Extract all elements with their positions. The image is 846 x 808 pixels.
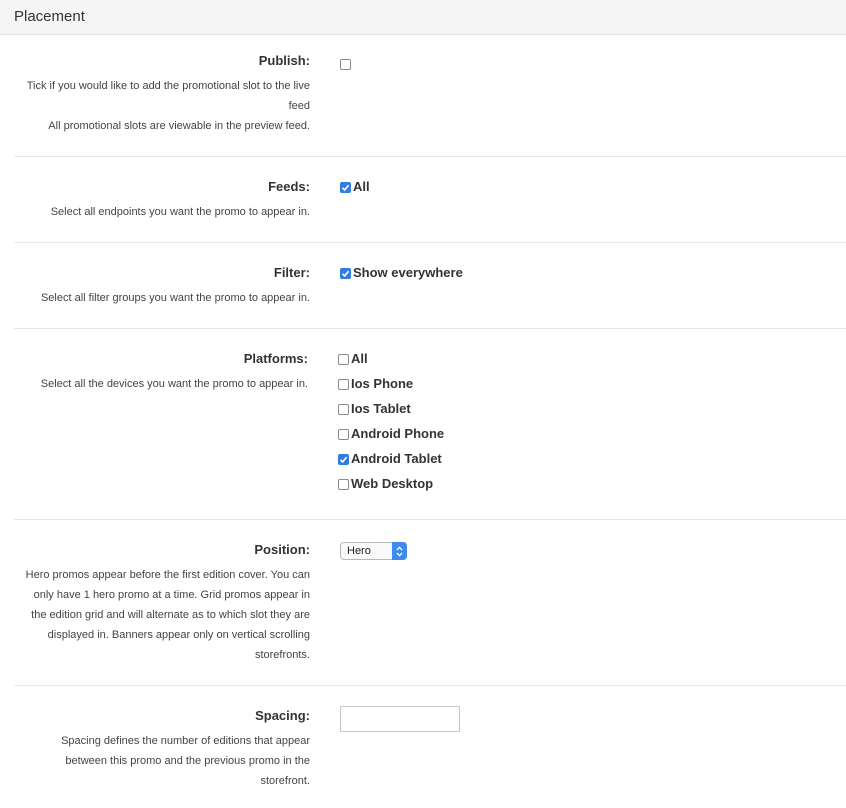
position-help-line: displayed in. Banners appear only on ver… [47,629,310,641]
platforms-help: Select all the devices you want the prom… [40,378,308,390]
position-select[interactable]: Hero [340,542,407,560]
feeds-help: Select all endpoints you want the promo … [50,206,310,218]
platform-option-android-phone[interactable]: Android Phone [338,426,444,451]
panel-header: Placement [0,0,846,35]
position-section: Position: Hero promos appear before the … [14,520,846,686]
platforms-section: Platforms: Select all the devices you wa… [14,329,846,520]
position-label: Position: [254,542,310,557]
position-help: Hero promos appear before the first edit… [14,565,310,665]
spacing-help-line: storefront. [260,775,310,787]
position-help-line: storefronts. [254,649,310,661]
spacing-help: Spacing defines the number of editions t… [14,731,310,791]
filter-help: Select all filter groups you want the pr… [40,292,310,304]
position-help-line: the edition grid and will alternate as t… [31,609,310,621]
platform-option-web-desktop[interactable]: Web Desktop [338,476,444,501]
checkmark-icon [339,456,348,464]
publish-section: Publish: Tick if you would like to add t… [14,36,846,157]
feeds-section: Feeds: Select all endpoints you want the… [14,157,846,243]
filter-show-everywhere-checkbox[interactable] [340,268,351,279]
publish-help: Tick if you would like to add the promot… [14,76,310,136]
filter-option-show-everywhere[interactable]: Show everywhere [340,265,463,290]
platform-option-all[interactable]: All [338,351,444,376]
feeds-label: Feeds: [268,179,310,194]
feeds-all-checkbox[interactable] [340,182,351,193]
checkmark-icon [341,270,350,278]
platform-option-ios-phone[interactable]: Ios Phone [338,376,444,401]
platform-option-label: All [351,351,368,366]
checkmark-icon [341,184,350,192]
platform-option-ios-tablet[interactable]: Ios Tablet [338,401,444,426]
platforms-options: All Ios Phone Ios Tablet Android Phone A… [338,351,444,501]
position-select-value: Hero [347,545,371,557]
position-help-line: Hero promos appear before the first edit… [25,569,310,581]
platform-checkbox[interactable] [338,354,349,365]
select-arrows-icon [392,542,407,560]
spacing-input[interactable] [340,706,460,732]
feeds-option-label: All [353,179,370,194]
filter-section: Filter: Select all filter groups you wan… [14,243,846,329]
feeds-option-all[interactable]: All [340,179,370,204]
spacing-label: Spacing: [255,708,310,723]
publish-checkbox[interactable] [340,59,351,70]
publish-label: Publish: [258,53,310,68]
platforms-label: Platforms: [243,351,308,366]
panel-title: Placement [14,8,85,25]
publish-help-line: All promotional slots are viewable in th… [48,120,310,132]
platform-checkbox[interactable] [338,429,349,440]
platform-checkbox[interactable] [338,479,349,490]
platform-option-android-tablet[interactable]: Android Tablet [338,451,444,476]
position-help-line: only have 1 hero promo at a time. Grid p… [33,589,310,601]
filter-options: Show everywhere [340,265,463,290]
feeds-options: All [340,179,370,204]
platform-option-label: Web Desktop [351,476,434,491]
spacing-section: Spacing: Spacing defines the number of e… [14,686,846,808]
spacing-help-line: Spacing defines the number of editions t… [61,735,310,747]
publish-help-line: Tick if you would like to add the promot… [26,80,310,92]
filter-label: Filter: [273,265,310,280]
platform-checkbox[interactable] [338,404,349,415]
platform-checkbox[interactable] [338,454,349,465]
platform-option-label: Android Phone [351,426,445,441]
platform-option-label: Ios Tablet [351,401,411,416]
filter-option-label: Show everywhere [353,265,463,280]
platform-option-label: Android Tablet [351,451,442,466]
publish-help-line: feed [288,100,310,112]
platform-checkbox[interactable] [338,379,349,390]
spacing-help-line: between this promo and the previous prom… [65,755,310,767]
platform-option-label: Ios Phone [351,376,414,391]
